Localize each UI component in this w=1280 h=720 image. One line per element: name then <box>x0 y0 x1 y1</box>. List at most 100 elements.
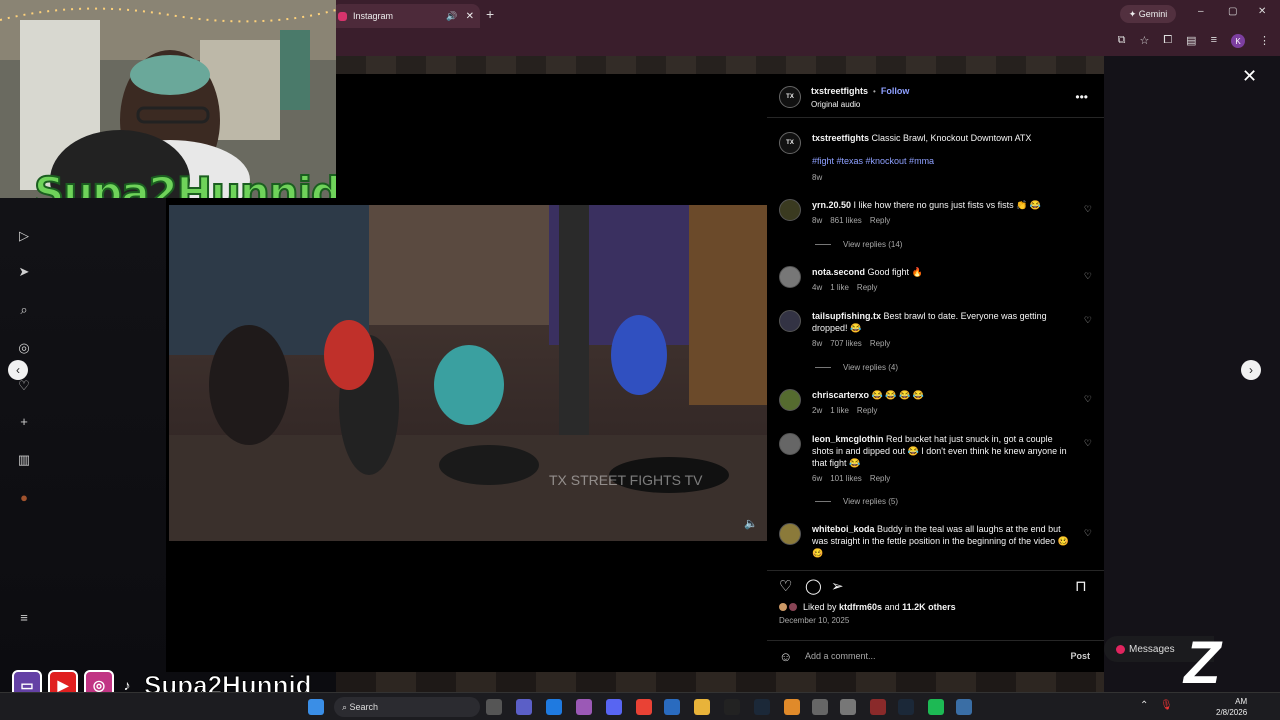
notifications-icon[interactable]: ♡ <box>16 378 32 394</box>
search-icon[interactable]: ⌕ <box>16 302 32 318</box>
avatar[interactable] <box>779 523 801 545</box>
heart-icon[interactable]: ♡ <box>1084 438 1092 449</box>
close-icon[interactable]: ✕ <box>1242 66 1257 87</box>
view-replies[interactable]: View replies (4) <box>815 363 898 372</box>
menu-icon[interactable]: ≡ <box>16 610 32 626</box>
heart-icon[interactable]: ♡ <box>1084 315 1092 326</box>
app-icon[interactable] <box>812 699 828 715</box>
avatar[interactable] <box>779 266 801 288</box>
edge-icon[interactable] <box>546 699 562 715</box>
avatar[interactable] <box>779 310 801 332</box>
explore-icon[interactable]: ◎ <box>16 340 32 356</box>
audio-label[interactable]: Original audio <box>811 100 860 109</box>
discord-icon[interactable] <box>606 699 622 715</box>
reply-button[interactable]: Reply <box>870 474 890 483</box>
app-icon[interactable] <box>724 699 740 715</box>
minimize-button[interactable]: – <box>1198 6 1204 17</box>
heart-icon[interactable]: ♡ <box>779 577 792 595</box>
view-replies[interactable]: View replies (14) <box>815 240 902 249</box>
teams-icon[interactable] <box>516 699 532 715</box>
sidebar-icon[interactable]: ▤ <box>1186 34 1196 48</box>
comment-likes[interactable]: 861 likes <box>830 216 862 225</box>
settings-icon[interactable] <box>840 699 856 715</box>
extensions-icon[interactable]: ⧠ <box>1163 34 1172 48</box>
comment-user[interactable]: leon_kmcglothin <box>812 434 884 444</box>
app-icon[interactable] <box>870 699 886 715</box>
heart-icon[interactable]: ♡ <box>1084 271 1092 282</box>
comment-likes[interactable]: 1 like <box>830 283 849 292</box>
comment-user[interactable]: whiteboi_koda <box>812 524 875 534</box>
reply-button[interactable]: Reply <box>870 216 890 225</box>
taskbar-search[interactable]: ⌕ Search <box>334 697 480 717</box>
app-icon[interactable] <box>784 699 800 715</box>
gemini-button[interactable]: ✦ Gemini <box>1120 5 1176 23</box>
post-button[interactable]: Post <box>1070 651 1090 661</box>
comment-user[interactable]: tailsupfishing.tx <box>812 311 881 321</box>
create-icon[interactable]: + <box>16 414 32 430</box>
liked-by-user[interactable]: ktdfrm60s <box>839 602 882 612</box>
more-icon[interactable]: ⋮ <box>1259 34 1270 48</box>
spotify-icon[interactable] <box>928 699 944 715</box>
screenshot-icon[interactable]: ⧉ <box>1118 34 1126 48</box>
copilot-icon[interactable] <box>576 699 592 715</box>
comment-user[interactable]: chriscarterxo <box>812 390 869 400</box>
author-name[interactable]: txstreetfights <box>811 86 868 96</box>
profile-icon[interactable]: ● <box>16 490 32 506</box>
comment-user[interactable]: yrn.20.50 <box>812 200 851 210</box>
window-close-button[interactable]: ✕ <box>1258 6 1266 17</box>
liked-by-count[interactable]: 11.2K others <box>902 602 956 612</box>
speaker-icon[interactable]: 🔊 <box>446 11 457 22</box>
clock[interactable]: AM 2/8/2026 <box>1216 696 1247 718</box>
add-comment-input[interactable]: Add a comment... <box>805 651 876 661</box>
mic-icon[interactable]: 🎙 <box>1160 700 1173 711</box>
avatar[interactable] <box>779 199 801 221</box>
comment-icon[interactable]: ◯ <box>805 577 822 595</box>
chevron-right-icon[interactable]: › <box>1241 360 1261 380</box>
more-icon[interactable]: ••• <box>1075 90 1088 104</box>
reels-icon[interactable]: ▷ <box>16 228 32 244</box>
follow-button[interactable]: Follow <box>881 86 910 96</box>
close-icon[interactable]: ✕ <box>466 11 474 22</box>
reply-button[interactable]: Reply <box>857 406 877 415</box>
new-tab-button[interactable]: + <box>486 6 494 22</box>
view-replies[interactable]: View replies (5) <box>815 497 898 506</box>
steam-icon[interactable] <box>898 699 914 715</box>
profile-avatar[interactable]: K <box>1231 34 1245 48</box>
comment-user[interactable]: nota.second <box>812 267 865 277</box>
send-icon[interactable]: ➤ <box>16 264 32 280</box>
caption-user[interactable]: txstreetfights <box>812 133 869 143</box>
comment-likes[interactable]: 1 like <box>830 406 849 415</box>
reply-button[interactable]: Reply <box>870 339 890 348</box>
folder-icon[interactable] <box>694 699 710 715</box>
dashboard-icon[interactable]: ▥ <box>16 452 32 468</box>
maximize-button[interactable]: ▢ <box>1228 6 1237 17</box>
store-icon[interactable] <box>664 699 680 715</box>
heart-icon[interactable]: ♡ <box>1084 528 1092 539</box>
volume-icon[interactable]: 🔈 <box>744 517 758 530</box>
post-actions: ♡ ◯ ➢ ⊓ Liked by ktdfrm60s and 11.2K oth… <box>767 570 1104 640</box>
star-icon[interactable]: ☆ <box>1139 34 1149 48</box>
chevron-up-icon[interactable]: ⌃ <box>1140 700 1148 711</box>
task-view-icon[interactable] <box>486 699 502 715</box>
reply-button[interactable]: Reply <box>857 283 877 292</box>
heart-icon[interactable]: ♡ <box>1084 204 1092 215</box>
chevron-left-icon[interactable]: ‹ <box>8 360 28 380</box>
comment-likes[interactable]: 707 likes <box>830 339 862 348</box>
heart-icon[interactable]: ♡ <box>1084 394 1092 405</box>
windows-start-icon[interactable] <box>308 699 324 715</box>
hashtags[interactable]: #fight #texas #knockout #mma <box>812 156 934 166</box>
chrome-icon[interactable] <box>636 699 652 715</box>
author-avatar[interactable]: TX <box>779 86 801 108</box>
app-icon[interactable] <box>956 699 972 715</box>
avatar[interactable] <box>779 433 801 455</box>
comment-likes[interactable]: 101 likes <box>830 474 862 483</box>
bookmark-icon[interactable]: ⊓ <box>1075 577 1087 595</box>
video-frame[interactable]: TX STREET FIGHTS TV <box>169 205 767 541</box>
emoji-icon[interactable]: ☺ <box>779 649 792 664</box>
caption-avatar[interactable]: TX <box>779 132 801 154</box>
share-icon[interactable]: ➢ <box>831 577 844 595</box>
steam-icon[interactable] <box>754 699 770 715</box>
reading-list-icon[interactable]: ≡ <box>1211 34 1217 48</box>
avatar[interactable] <box>779 389 801 411</box>
tab-instagram[interactable]: Instagram 🔊 ✕ <box>332 4 480 28</box>
